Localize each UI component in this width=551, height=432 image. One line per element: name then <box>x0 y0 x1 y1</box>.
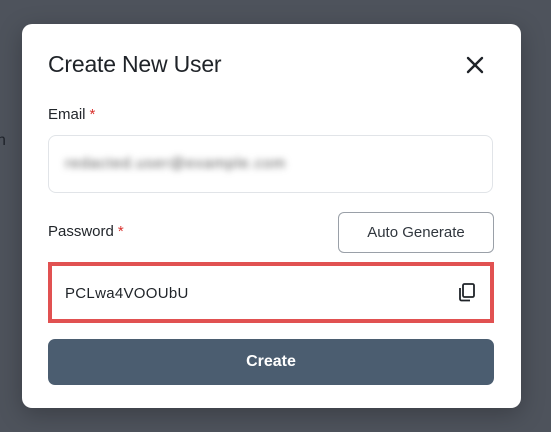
email-value: redacted.user@example.com <box>65 155 287 172</box>
email-field[interactable]: redacted.user@example.com <box>48 135 493 193</box>
auto-generate-button[interactable]: Auto Generate <box>338 212 494 253</box>
create-user-dialog: Create New User Email * redacted.user@exa… <box>22 24 521 408</box>
email-label: Email * <box>48 106 95 123</box>
password-field[interactable]: PCLwa4VOOUbU <box>48 262 494 323</box>
password-label: Password * <box>48 223 124 240</box>
copy-password-button[interactable] <box>456 281 478 303</box>
password-label-text: Password <box>48 223 114 240</box>
password-required-mark: * <box>117 223 124 240</box>
close-button[interactable] <box>464 54 486 76</box>
create-button[interactable]: Create <box>48 339 494 385</box>
email-required-mark: * <box>89 106 96 123</box>
dialog-title: Create New User <box>48 51 222 77</box>
backdrop-text: n <box>0 132 6 149</box>
email-label-text: Email <box>48 106 86 123</box>
copy-icon <box>459 283 475 302</box>
password-value: PCLwa4VOOUbU <box>65 285 189 302</box>
close-icon <box>466 56 484 74</box>
